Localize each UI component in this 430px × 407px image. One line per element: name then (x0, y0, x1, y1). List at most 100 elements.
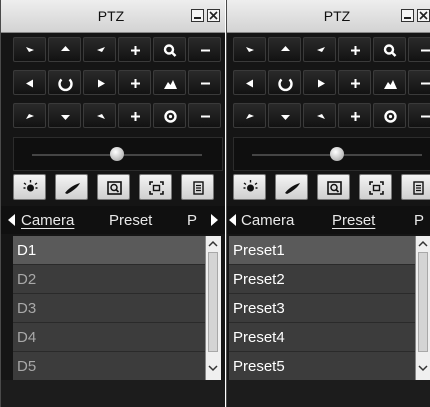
arrow-up-left-icon (26, 47, 34, 52)
scrollbar-thumb[interactable] (208, 252, 218, 352)
zoom-speed-slider[interactable] (233, 137, 430, 171)
iris-button[interactable] (153, 103, 186, 128)
list-item[interactable]: D4 (13, 323, 205, 352)
list-item[interactable]: D5 (13, 352, 205, 380)
arrow-up-left-icon (246, 47, 254, 52)
zoom-speed-slider[interactable] (13, 137, 223, 171)
scrollbar-thumb[interactable] (418, 252, 428, 352)
plus-icon (351, 112, 360, 121)
center-focus-button[interactable] (359, 174, 392, 200)
iris-button[interactable] (373, 103, 406, 128)
arrow-left-button[interactable] (233, 70, 266, 95)
plus-button[interactable] (118, 70, 151, 95)
minus-icon (201, 82, 210, 85)
arrow-down-button[interactable] (268, 103, 301, 128)
tab-scroll-right-icon[interactable] (211, 214, 218, 226)
minimize-button[interactable] (401, 9, 414, 22)
tab-camera[interactable]: Camera (241, 212, 294, 229)
minus-button[interactable] (408, 103, 430, 128)
tab-preset[interactable]: Preset (109, 212, 152, 229)
auto-rotate-icon (278, 78, 293, 92)
list-scrollbar[interactable] (205, 236, 221, 380)
plus-button[interactable] (338, 70, 371, 95)
list-scrollbar[interactable] (415, 236, 430, 380)
wiper-button[interactable] (275, 174, 308, 200)
arrow-left-button[interactable] (13, 70, 46, 95)
center-focus-button[interactable] (139, 174, 172, 200)
light-bulb-button[interactable] (233, 174, 266, 200)
plus-button[interactable] (118, 37, 151, 62)
tab-patrol[interactable]: P (187, 212, 197, 229)
arrow-down-right-button[interactable] (83, 103, 116, 128)
arrow-down-icon (281, 115, 290, 120)
auto-rotate-button[interactable] (48, 70, 81, 95)
focus-mountain-button[interactable] (373, 70, 406, 95)
menu-list-button[interactable] (181, 174, 214, 200)
close-button[interactable] (207, 9, 220, 22)
arrow-up-right-button[interactable] (83, 37, 116, 62)
minus-button[interactable] (408, 37, 430, 62)
wiper-button[interactable] (55, 174, 88, 200)
slider-knob[interactable] (330, 147, 344, 161)
list-item[interactable]: Preset5 (229, 352, 415, 380)
menu-list-icon (193, 181, 204, 195)
list-item[interactable]: Preset3 (229, 294, 415, 323)
arrow-right-button[interactable] (83, 70, 116, 95)
arrow-up-right-button[interactable] (303, 37, 336, 62)
minus-button[interactable] (188, 37, 221, 62)
arrow-up-button[interactable] (48, 37, 81, 62)
auto-rotate-button[interactable] (268, 70, 301, 95)
close-icon (419, 11, 428, 20)
list-item[interactable]: D2 (13, 265, 205, 294)
plus-icon (131, 112, 140, 121)
scroll-up-icon[interactable] (418, 240, 428, 248)
minus-button[interactable] (408, 70, 430, 95)
arrow-up-left-button[interactable] (233, 37, 266, 62)
list-item[interactable]: Preset2 (229, 265, 415, 294)
focus-mountain-icon (384, 80, 397, 89)
list-item[interactable]: Preset4 (229, 323, 415, 352)
title-bar: PTZ (227, 0, 430, 33)
arrow-down-button[interactable] (48, 103, 81, 128)
list-item[interactable]: D1 (13, 236, 205, 265)
minus-button[interactable] (188, 103, 221, 128)
close-button[interactable] (417, 9, 430, 22)
zoom-area-button[interactable] (97, 174, 130, 200)
plus-button[interactable] (118, 103, 151, 128)
light-bulb-button[interactable] (13, 174, 46, 200)
scroll-up-icon[interactable] (208, 240, 218, 248)
arrow-up-left-button[interactable] (13, 37, 46, 62)
zoom-magnifier-button[interactable] (153, 37, 186, 62)
arrow-down-left-button[interactable] (233, 103, 266, 128)
slider-knob[interactable] (110, 147, 124, 161)
zoom-area-button[interactable] (317, 174, 350, 200)
minus-button[interactable] (188, 70, 221, 95)
light-bulb-icon (243, 180, 258, 192)
focus-mountain-button[interactable] (153, 70, 186, 95)
scroll-down-icon[interactable] (418, 364, 428, 372)
arrow-up-icon (61, 46, 70, 51)
arrow-right-button[interactable] (303, 70, 336, 95)
tab-scroll-left-icon[interactable] (8, 214, 15, 226)
zoom-area-icon (327, 181, 342, 195)
center-focus-icon (149, 181, 164, 195)
title-bar: PTZ (1, 0, 225, 33)
list-item[interactable]: Preset1 (229, 236, 415, 265)
arrow-up-button[interactable] (268, 37, 301, 62)
zoom-magnifier-button[interactable] (373, 37, 406, 62)
list-item[interactable]: D3 (13, 294, 205, 323)
scroll-down-icon[interactable] (208, 364, 218, 372)
arrow-down-right-button[interactable] (303, 103, 336, 128)
menu-list-button[interactable] (401, 174, 430, 200)
tab-scroll-left-icon[interactable] (229, 214, 236, 226)
tab-camera[interactable]: Camera (21, 212, 74, 229)
minimize-button[interactable] (191, 9, 204, 22)
ptz-panel-preset: PTZ Camera Preset P Preset1 Preset2 Pres… (226, 0, 430, 407)
plus-button[interactable] (338, 103, 371, 128)
arrow-down-left-button[interactable] (13, 103, 46, 128)
wiper-icon (65, 183, 80, 194)
plus-button[interactable] (338, 37, 371, 62)
tab-patrol[interactable]: P (414, 212, 424, 229)
tab-preset[interactable]: Preset (332, 212, 375, 229)
wiper-icon (285, 183, 300, 194)
